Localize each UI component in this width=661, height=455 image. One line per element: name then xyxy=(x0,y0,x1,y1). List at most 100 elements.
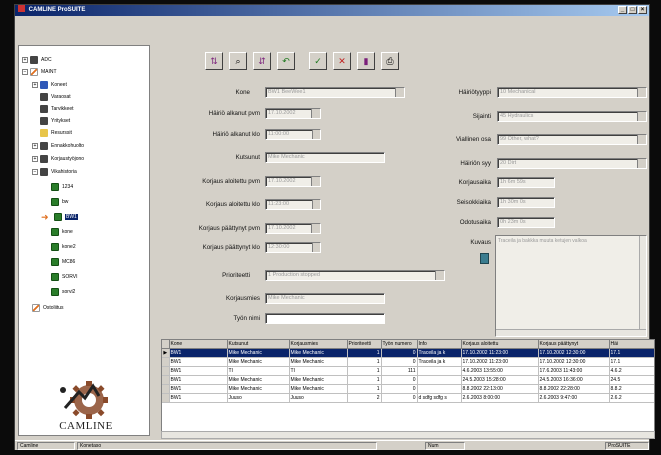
tree-item-bw[interactable]: bw xyxy=(51,197,68,207)
description-edit-icon[interactable] xyxy=(480,253,489,264)
korjausmies-field[interactable]: Mike Mechanic xyxy=(265,293,385,304)
find-icon[interactable]: ⌕ xyxy=(229,52,247,70)
table-row[interactable]: BW1 TI TI 1 111 4.6.2003 13:55:00 17.6.2… xyxy=(162,366,654,376)
collapse-icon[interactable]: − xyxy=(22,69,28,75)
arrow-right-icon: ➜ xyxy=(41,212,49,222)
tree-item-korjaustyojono[interactable]: + Korjaustyöjono xyxy=(32,154,84,164)
cell-tyon-numero: 0 xyxy=(381,348,418,358)
cell-tyon-numero: 111 xyxy=(381,366,418,376)
grid-header-korjaus-paattynyt[interactable]: Korjaus päättynyt xyxy=(538,340,610,349)
cancel-x-icon[interactable]: ✕ xyxy=(333,52,351,70)
expand-icon[interactable]: + xyxy=(32,82,38,88)
expand-icon[interactable]: + xyxy=(32,143,38,149)
seisokkiaika-field[interactable]: 1h 30m 0s xyxy=(497,197,555,208)
minimize-button[interactable]: _ xyxy=(618,6,627,14)
tree-item-ostoliitus[interactable]: Ostoliitus xyxy=(32,303,64,313)
cell-tyon-numero: 0 xyxy=(381,375,418,385)
table-row[interactable]: BW1 Mike Mechanic Mike Mechanic 1 0 Trac… xyxy=(162,357,654,367)
prioriteetti-select[interactable]: 1 Production stopped xyxy=(265,270,445,281)
odotusaika-label: Odotusaika xyxy=(459,219,491,226)
table-row[interactable]: BW1 Mike Mechanic Mike Mechanic 1 0 8.8.… xyxy=(162,384,654,394)
app-window: CAMLINE ProSUITE _ □ × + ADC − MAINT + K… xyxy=(14,4,655,450)
grid-header-kone[interactable]: Kone xyxy=(169,340,228,349)
cell-korjaus-aloitettu: 24.5.2003 15:28:00 xyxy=(461,375,539,385)
tree-item-1234[interactable]: 1234 xyxy=(51,182,73,192)
hairion-syy-label: Häiriön syy xyxy=(460,160,491,167)
korjaus-paattynyt-pvm-label: Korjaus päättynyt pvm xyxy=(198,225,260,232)
korjausaika-field[interactable]: 1h 6m 59s xyxy=(497,177,555,188)
expand-icon[interactable]: + xyxy=(22,57,28,63)
machine-icon xyxy=(51,288,59,296)
tree-item-ennakkohuolto[interactable]: + Ennakkohuolto xyxy=(32,141,84,151)
tree-item-sorvi2[interactable]: sorvi2 xyxy=(51,287,75,297)
tree-item-kone[interactable]: kone xyxy=(51,227,73,237)
hairio-pvm-label: Häiriö alkanut pvm xyxy=(208,110,260,117)
korjaus-paattynyt-klo-time[interactable]: 12:30:00 xyxy=(265,242,321,253)
viallinen-osa-select[interactable]: 99 Other, what? xyxy=(497,134,647,145)
tree-item-koneet[interactable]: + Koneet xyxy=(32,80,67,90)
table-row[interactable]: BW1 Mike Mechanic Mike Mechanic 1 0 24.5… xyxy=(162,375,654,385)
window-controls: _ □ × xyxy=(618,6,647,14)
tree-item-bw1[interactable]: ➜ BW1 xyxy=(41,212,78,222)
camline-logo: CAMLINE xyxy=(27,378,145,436)
close-button[interactable]: × xyxy=(638,6,647,14)
machine-icon xyxy=(51,198,59,206)
grid-header-korjausmies[interactable]: Korjausmies xyxy=(289,340,348,349)
tree-item-yritykset[interactable]: Yritykset xyxy=(40,116,70,126)
table-row[interactable]: BW1 Juuso Juuso 2 0 d sdfg sdfg s 2.6.20… xyxy=(162,393,654,403)
cell-prioriteetti: 1 xyxy=(347,357,382,367)
grid-header-kutsunut[interactable]: Kutsunut xyxy=(227,340,290,349)
filter-icon[interactable]: ⇵ xyxy=(253,52,271,70)
kuvaus-label: Kuvaus xyxy=(470,239,491,246)
grid-header-info[interactable]: Info xyxy=(417,340,462,349)
tree-item-mc86[interactable]: MC86 xyxy=(51,257,75,267)
delete-icon[interactable]: ▮ xyxy=(357,52,375,70)
maximize-button[interactable]: □ xyxy=(628,6,637,14)
memo-horizontal-scrollbar[interactable] xyxy=(496,329,646,336)
tree-item-sorvi[interactable]: SORVI xyxy=(51,272,77,282)
grid-header-prioriteetti[interactable]: Prioriteetti xyxy=(347,340,382,349)
hairion-syy-select[interactable]: 20 Dirt xyxy=(497,158,647,169)
kutsunut-field[interactable]: Mike Mechanic xyxy=(265,152,385,163)
tyon-nimi-field[interactable] xyxy=(265,313,385,324)
cell-kutsunut: Mike Mechanic xyxy=(227,384,290,394)
cell-kone: BW1 xyxy=(169,366,228,376)
korjaus-aloitettu-klo-time[interactable]: 11:23:00 xyxy=(265,199,321,210)
korjaus-aloitettu-pvm-date[interactable]: 17.10.2002 xyxy=(265,176,321,187)
grid-header-hairio[interactable]: Häi xyxy=(609,340,654,349)
print-icon[interactable]: ⎙ xyxy=(381,52,399,70)
cell-kutsunut: TI xyxy=(227,366,290,376)
undo-icon[interactable]: ↶ xyxy=(277,52,295,70)
row-indicator xyxy=(162,393,170,403)
tree-item-vikahistoria[interactable]: − Vikahistoria xyxy=(32,167,77,177)
tree-item-kone2[interactable]: kone2 xyxy=(51,242,76,252)
window-title: CAMLINE ProSUITE xyxy=(28,7,86,13)
kuvaus-memo[interactable]: Traceila ja bakkka muuta ketujen valkoa xyxy=(495,235,647,337)
seisokkiaika-label: Seisokkiaika xyxy=(456,199,491,206)
hairio-klo-time[interactable]: 11:00:00 xyxy=(265,129,321,140)
status-bar: Camline Konetaso Num ProSUITE xyxy=(15,440,649,450)
companies-icon xyxy=(40,117,48,125)
tree-item-maint[interactable]: − MAINT xyxy=(22,67,57,77)
expand-icon[interactable]: + xyxy=(32,156,38,162)
kone-select[interactable]: BW1 BeeWee1 xyxy=(265,87,405,98)
table-row[interactable]: ▶ BW1 Mike Mechanic Mike Mechanic 1 0 Tr… xyxy=(162,348,654,358)
sort-icon[interactable]: ⇅ xyxy=(205,52,223,70)
tree-item-resurssit[interactable]: Resurssit xyxy=(40,128,72,138)
hairiotyyppi-select[interactable]: 10 Mechanical xyxy=(497,87,647,98)
accept-check-icon[interactable]: ✓ xyxy=(309,52,327,70)
tree-item-tarvikkeet[interactable]: Tarvikkeet xyxy=(40,104,74,114)
grid-header-korjaus-aloitettu[interactable]: Korjaus aloitettu xyxy=(461,340,539,349)
tree-item-adc[interactable]: + ADC xyxy=(22,55,52,65)
tree-item-varaosat[interactable]: Varaosat xyxy=(40,92,71,102)
grid-horizontal-scrollbar[interactable] xyxy=(161,431,655,439)
korjaus-paattynyt-pvm-date[interactable]: 17.10.2002 xyxy=(265,223,321,234)
collapse-icon[interactable]: − xyxy=(32,169,38,175)
status-view: Konetaso xyxy=(77,442,377,450)
odotusaika-field[interactable]: 0h 23m 0s xyxy=(497,217,555,228)
sijainti-select[interactable]: 45 Hydraulics xyxy=(497,111,647,122)
memo-vertical-scrollbar[interactable] xyxy=(639,236,646,336)
hairio-pvm-date[interactable]: 17.10.2002 xyxy=(265,108,321,119)
cell-korjaus-paattynyt: 24.5.2003 16:36:00 xyxy=(538,375,610,385)
grid-header-tyon-numero[interactable]: Työn numero xyxy=(381,340,418,349)
